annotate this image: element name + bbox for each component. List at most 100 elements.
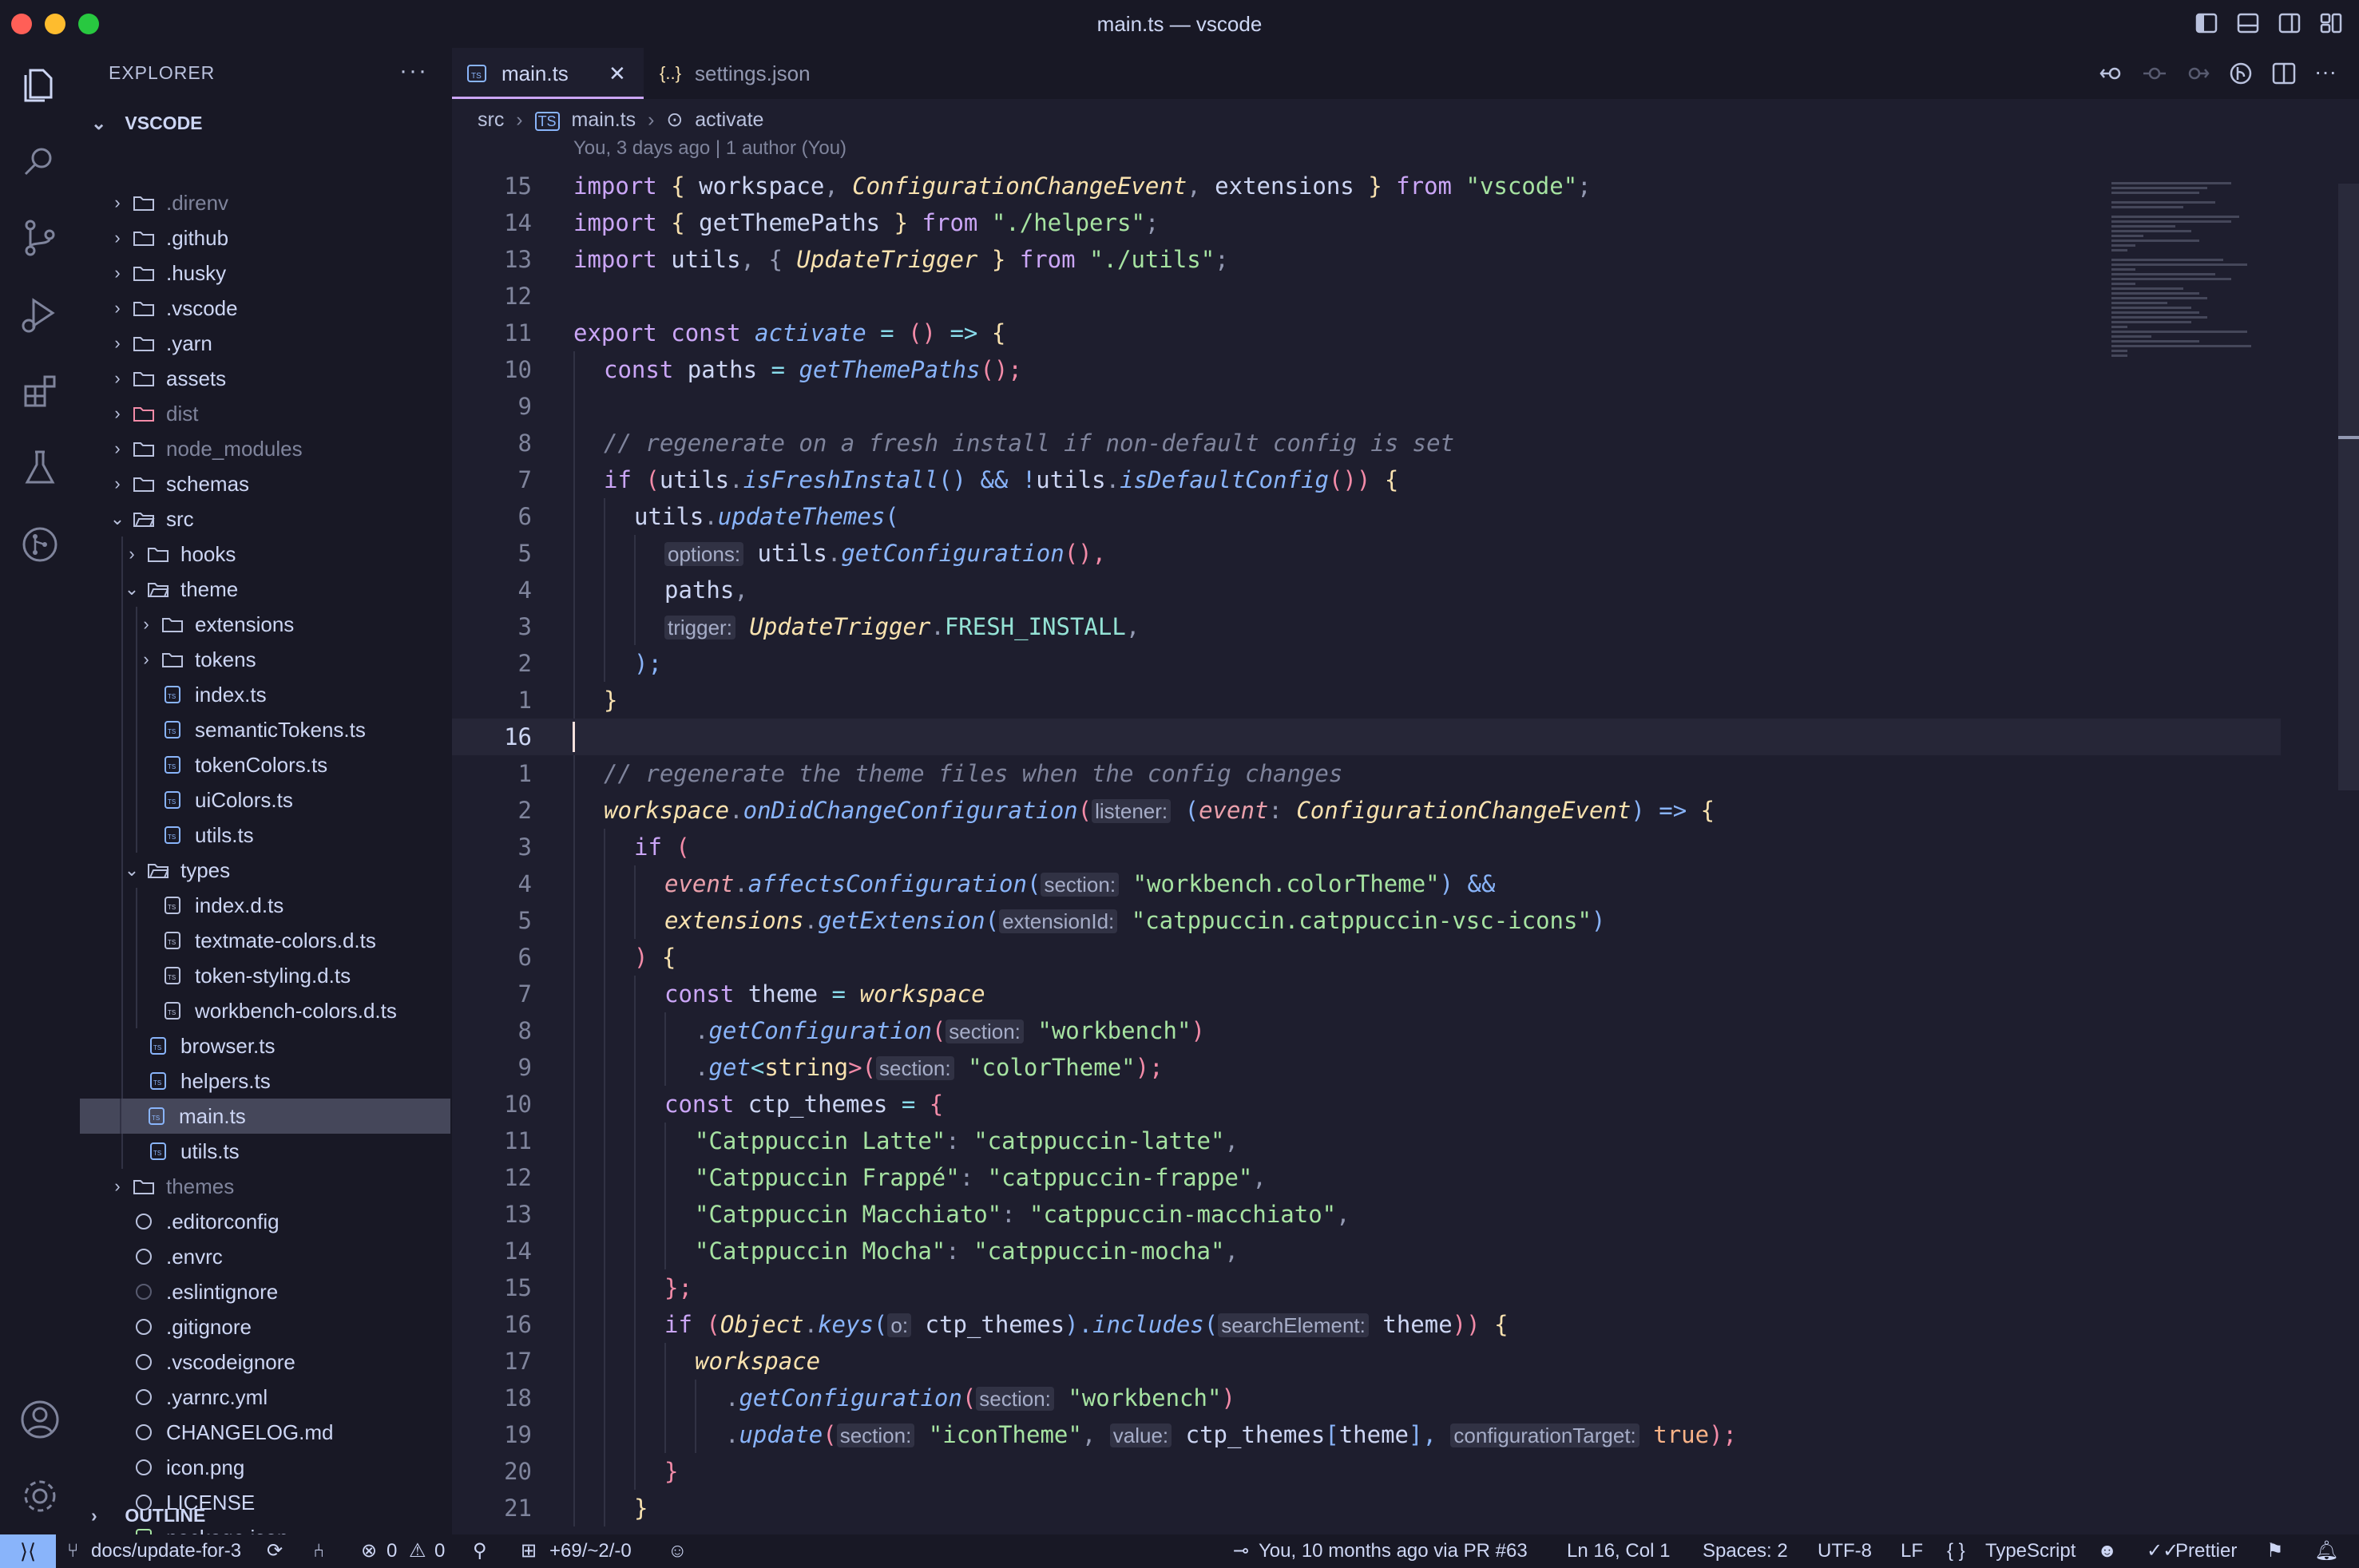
tree-item-file-semantic-tokens-ts[interactable]: TS semanticTokens.ts: [80, 712, 452, 747]
settings-gear-icon[interactable]: [18, 1474, 62, 1519]
feedback-smiley-icon[interactable]: ☺: [668, 1534, 688, 1568]
open-changes-icon[interactable]: [2228, 61, 2254, 86]
outline-section-header[interactable]: › OUTLINE: [91, 1498, 205, 1533]
code-line[interactable]: 3 trigger: UpdateTrigger.FRESH_INSTALL,: [452, 608, 2281, 645]
notifications-bell-icon[interactable]: 🔔︎: [2314, 1534, 2338, 1568]
tree-item-folder-dist[interactable]: › dist: [80, 396, 452, 431]
code-line[interactable]: 14 "Catppuccin Mocha": "catppuccin-mocha"…: [452, 1233, 2281, 1269]
tree-item-file-changelog-md[interactable]: CHANGELOG.md: [80, 1415, 452, 1450]
code-line[interactable]: 8 // regenerate on a fresh install if non…: [452, 425, 2281, 461]
tree-item-folder-schemas[interactable]: › schemas: [80, 466, 452, 501]
feedback-icon[interactable]: ⚑: [2266, 1534, 2284, 1568]
tree-item-file-icon-png[interactable]: icon.png: [80, 1450, 452, 1485]
code-line[interactable]: 9: [452, 388, 2281, 425]
tree-item-file-envrc[interactable]: .envrc: [80, 1239, 452, 1274]
code-line[interactable]: 13 import utils, { UpdateTrigger } from "…: [452, 241, 2281, 278]
tree-item-file-vscodeignore[interactable]: .vscodeignore: [80, 1344, 452, 1380]
code-line[interactable]: 13 "Catppuccin Macchiato": "catppuccin-ma…: [452, 1196, 2281, 1233]
tree-item-file-workbench-colors-d-ts[interactable]: TS workbench-colors.d.ts: [80, 993, 452, 1028]
tree-item-file-gitignore[interactable]: .gitignore: [80, 1309, 452, 1344]
tree-item-folder-yarn[interactable]: › .yarn: [80, 326, 452, 361]
code-line[interactable]: 15 import { workspace, ConfigurationChang…: [452, 168, 2281, 204]
code-line[interactable]: 1 // regenerate the theme files when the …: [452, 755, 2281, 792]
code-line[interactable]: 18 .getConfiguration(section: "workbench"…: [452, 1380, 2281, 1416]
line-blame[interactable]: You, 10 months ago via PR #63: [1259, 1534, 1528, 1568]
code-line[interactable]: 15};: [452, 1269, 2281, 1306]
sync-icon[interactable]: ⟳: [267, 1534, 283, 1568]
code-line[interactable]: 10 const ctp_themes = {: [452, 1086, 2281, 1123]
go-back-change-icon[interactable]: [2099, 61, 2124, 86]
tree-item-folder-src[interactable]: ⌄ src: [80, 501, 452, 537]
split-editor-icon[interactable]: [2271, 61, 2297, 86]
tree-item-file-index-d-ts[interactable]: TS index.d.ts: [80, 888, 452, 923]
code-line[interactable]: 20}: [452, 1453, 2281, 1490]
code-line[interactable]: 5 options: utils.getConfiguration(),: [452, 535, 2281, 572]
diff-stats[interactable]: +69/~2/-0: [549, 1534, 632, 1568]
tree-item-file-theme-utils-ts[interactable]: TS utils.ts: [80, 818, 452, 853]
tree-item-folder-node-modules[interactable]: › node_modules: [80, 431, 452, 466]
code-line[interactable]: 11 export const activate = () => {: [452, 315, 2281, 351]
code-line[interactable]: 10 const paths = getThemePaths();: [452, 351, 2281, 388]
code-line[interactable]: 6) {: [452, 939, 2281, 976]
code-line[interactable]: 14 import { getThemePaths } from "./helpe…: [452, 204, 2281, 241]
formatter[interactable]: Prettier: [2175, 1534, 2237, 1568]
tree-item-folder-theme[interactable]: ⌄ theme: [80, 572, 452, 607]
accounts-icon[interactable]: [18, 1397, 62, 1442]
tree-item-file-ui-colors-ts[interactable]: TS uiColors.ts: [80, 782, 452, 818]
indentation[interactable]: Spaces: 2: [1703, 1534, 1788, 1568]
tree-item-folder-hooks[interactable]: › hooks: [80, 537, 452, 572]
customize-layout-icon[interactable]: [2319, 11, 2343, 35]
source-control-icon[interactable]: [18, 216, 62, 260]
close-tab-icon[interactable]: ✕: [609, 48, 626, 99]
tree-item-folder-direnv[interactable]: › .direnv: [80, 185, 452, 220]
code-line[interactable]: 11 "Catppuccin Latte": "catppuccin-latte"…: [452, 1123, 2281, 1159]
tree-item-file-helpers-ts[interactable]: TS helpers.ts: [80, 1063, 452, 1099]
code-line[interactable]: 12: [452, 278, 2281, 315]
code-line[interactable]: 19 .update(section: "iconTheme", value: c…: [452, 1416, 2281, 1453]
codelens-blame[interactable]: You, 3 days ago | 1 author (You): [573, 137, 846, 160]
remote-indicator-icon[interactable]: ⟩⟨: [0, 1534, 56, 1568]
tree-item-folder-husky[interactable]: › .husky: [80, 255, 452, 291]
code-editor[interactable]: 15 import { workspace, ConfigurationChang…: [452, 168, 2281, 1526]
sidebar-more-actions-button[interactable]: ···: [399, 57, 428, 85]
tree-item-file-browser-ts[interactable]: TS browser.ts: [80, 1028, 452, 1063]
copilot-icon[interactable]: ☻: [2097, 1534, 2117, 1568]
tree-item-file-theme-index-ts[interactable]: TS index.ts: [80, 677, 452, 712]
breadcrumb-folder[interactable]: src: [478, 109, 504, 131]
toggle-panel-icon[interactable]: [2236, 11, 2260, 35]
tree-item-file-yarnrc-yml[interactable]: .yarnrc.yml: [80, 1380, 452, 1415]
code-line[interactable]: 8 .getConfiguration(section: "workbench"): [452, 1012, 2281, 1049]
tree-item-folder-types[interactable]: ⌄ types: [80, 853, 452, 888]
tree-item-folder-tokens[interactable]: › tokens: [80, 642, 452, 677]
code-line[interactable]: 2 workspace.onDidChangeConfiguration(list…: [452, 792, 2281, 829]
code-line[interactable]: 7 const theme = workspace: [452, 976, 2281, 1012]
tree-item-folder-github[interactable]: › .github: [80, 220, 452, 255]
tree-item-file-editorconfig[interactable]: .editorconfig: [80, 1204, 452, 1239]
code-line[interactable]: 5 extensions.getExtension(extensionId: "c…: [452, 902, 2281, 939]
code-line[interactable]: 4 event.affectsConfiguration(section: "wo…: [452, 865, 2281, 902]
run-debug-icon[interactable]: [18, 292, 62, 337]
extensions-icon[interactable]: [18, 369, 62, 414]
tree-item-folder-extensions[interactable]: › extensions: [80, 607, 452, 642]
code-line[interactable]: 16 if (Object.keys(o: ctp_themes).include…: [452, 1306, 2281, 1343]
tree-item-file-utils-ts[interactable]: TS utils.ts: [80, 1134, 452, 1169]
toggle-primary-sidebar-icon[interactable]: [2194, 11, 2218, 35]
code-line[interactable]: 12 "Catppuccin Frappé": "catppuccin-frapp…: [452, 1159, 2281, 1196]
language-mode[interactable]: TypeScript: [1985, 1534, 2076, 1568]
toggle-secondary-sidebar-icon[interactable]: [2278, 11, 2302, 35]
code-line[interactable]: 9 .get<string>(section: "colorTheme");: [452, 1049, 2281, 1086]
tree-item-file-token-colors-ts[interactable]: TS tokenColors.ts: [80, 747, 452, 782]
tree-item-file-main-ts[interactable]: TS main.ts: [80, 1099, 450, 1134]
ports-icon[interactable]: ⚲: [473, 1534, 487, 1568]
git-graph-status-icon[interactable]: ⑃: [313, 1534, 324, 1568]
code-line[interactable]: 21}: [452, 1490, 2281, 1526]
tab-main-ts[interactable]: TS main.ts ✕: [452, 48, 644, 99]
tree-item-file-textmate-colors-d-ts[interactable]: TS textmate-colors.d.ts: [80, 923, 452, 958]
error-count[interactable]: 0: [387, 1534, 397, 1568]
code-line[interactable]: 4 paths,: [452, 572, 2281, 608]
tree-item-file-eslintignore[interactable]: .eslintignore: [80, 1274, 452, 1309]
tree-item-file-token-styling-d-ts[interactable]: TS token-styling.d.ts: [80, 958, 452, 993]
code-line[interactable]: 3 if (: [452, 829, 2281, 865]
code-line[interactable]: 7 if (utils.isFreshInstall() && !utils.is…: [452, 461, 2281, 498]
tree-item-folder-themes[interactable]: › themes: [80, 1169, 452, 1204]
